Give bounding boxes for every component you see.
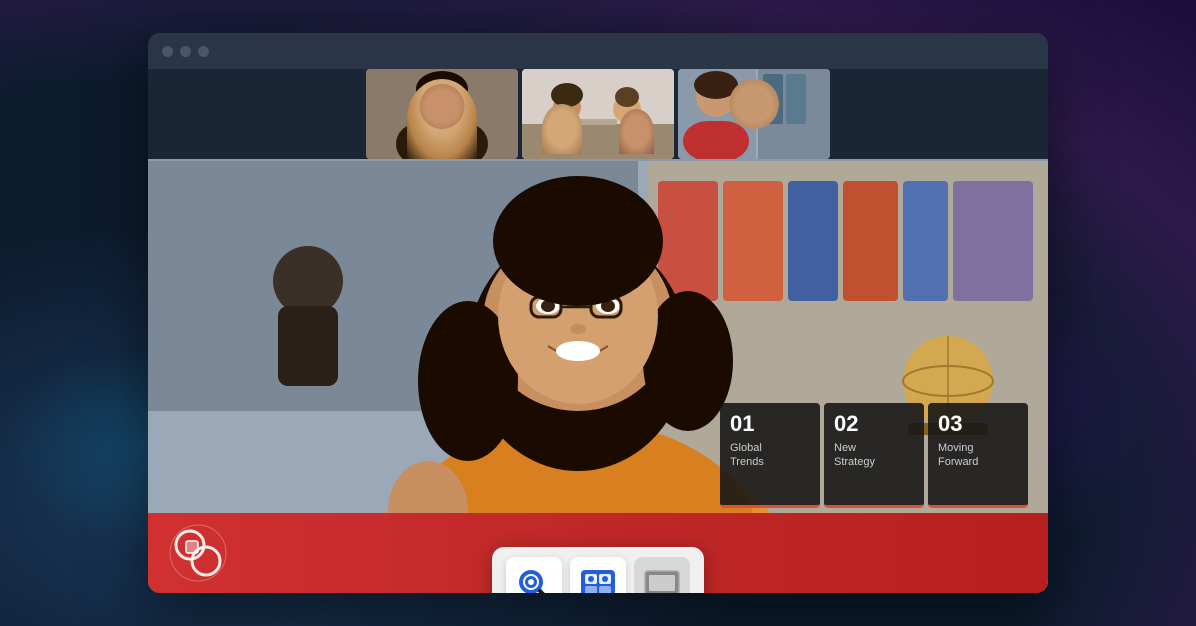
browser-titlebar [148, 33, 1048, 69]
browser-content: 01 Global Trends 02 New Strategy [148, 69, 1048, 593]
thumbnail-participant-3 [678, 69, 830, 159]
view-toolbar [492, 547, 704, 593]
magnifier-button[interactable] [506, 557, 562, 593]
screen-icon [643, 566, 681, 593]
info-card-1-number: 01 [730, 413, 810, 435]
info-card-3-number: 03 [938, 413, 1018, 435]
info-card-3-text: Moving Forward [938, 441, 1018, 470]
people-view-button[interactable] [570, 557, 626, 593]
main-video-background: 01 Global Trends 02 New Strategy [148, 159, 1048, 593]
thumbnail-participants-meeting [522, 69, 674, 159]
people-icon [579, 566, 617, 593]
info-card-2: 02 New Strategy [824, 403, 924, 508]
window-dot-1 [162, 46, 173, 57]
thumbnail-participant-1 [366, 69, 518, 159]
window-dot-3 [198, 46, 209, 57]
thumbnail-strip [366, 69, 830, 159]
info-card-1-text: Global Trends [730, 441, 810, 470]
browser-window: 01 Global Trends 02 New Strategy [148, 33, 1048, 593]
info-card-1: 01 Global Trends [720, 403, 820, 508]
info-card-2-text: New Strategy [834, 441, 914, 470]
brand-logo [168, 523, 228, 583]
info-card-3: 03 Moving Forward [928, 403, 1028, 508]
info-cards-container: 01 Global Trends 02 New Strategy [720, 403, 1028, 508]
window-dot-2 [180, 46, 191, 57]
main-video-area: 01 Global Trends 02 New Strategy [148, 159, 1048, 593]
screen-view-button[interactable] [634, 557, 690, 593]
info-card-2-number: 02 [834, 413, 914, 435]
